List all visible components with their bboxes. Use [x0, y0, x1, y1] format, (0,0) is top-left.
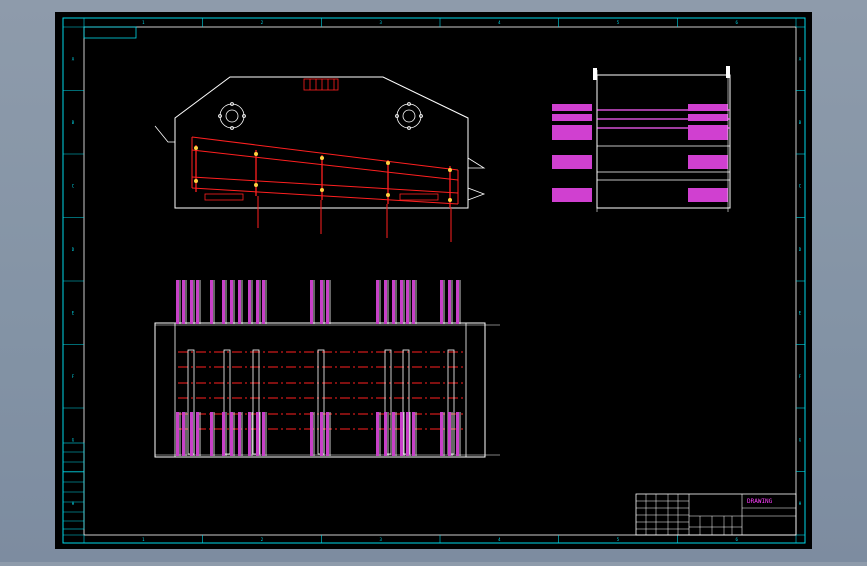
- dimension-mark: [310, 412, 313, 456]
- dimension-mark: [384, 412, 387, 456]
- dimension-mark: [248, 412, 251, 456]
- dimension-mark: [376, 280, 379, 324]
- dimension-mark: [262, 412, 265, 456]
- dimension-mark: [392, 280, 395, 324]
- dimension-mark: [448, 412, 451, 456]
- dimension-mark: [406, 280, 409, 324]
- dimension-mark: [176, 280, 179, 324]
- dimension-mark: [176, 412, 179, 456]
- dimension-mark: [440, 280, 443, 324]
- dimension-mark: [406, 412, 409, 456]
- dimension-mark: [196, 280, 199, 324]
- dimension-mark: [196, 412, 199, 456]
- dimension-mark: [190, 280, 193, 324]
- dimension-mark: [448, 280, 451, 324]
- dimension-mark: [222, 280, 225, 324]
- drawing-canvas: 112233445566A AB BC CD DE EF FG GH H DRA…: [55, 12, 812, 549]
- dimension-mark: [256, 280, 259, 324]
- dimension-mark: [310, 280, 313, 324]
- dimension-mark: [326, 280, 329, 324]
- dimension-mark: [392, 412, 395, 456]
- dimension-mark: [190, 412, 193, 456]
- dimension-mark: [210, 280, 213, 324]
- drawing-sheet: [55, 12, 812, 549]
- dimension-mark: [400, 280, 403, 324]
- dimension-mark: [230, 280, 233, 324]
- dimension-mark: [210, 412, 213, 456]
- drawing-title: DRAWING: [747, 498, 773, 505]
- dimension-mark: [412, 280, 415, 324]
- dimension-mark: [248, 280, 251, 324]
- dimension-mark: [256, 412, 259, 456]
- dimension-mark: [320, 280, 323, 324]
- dimension-mark: [400, 412, 403, 456]
- dimension-mark: [320, 412, 323, 456]
- dimension-mark: [222, 412, 225, 456]
- dimension-mark: [440, 412, 443, 456]
- dimension-mark: [412, 412, 415, 456]
- cad-viewport[interactable]: 112233445566AABBCCDDEEFFGGHH DRAWING: [0, 0, 867, 562]
- dimension-mark: [182, 280, 185, 324]
- dimension-mark: [456, 280, 459, 324]
- dimension-mark: [384, 280, 387, 324]
- dimension-mark: [182, 412, 185, 456]
- dimension-mark: [326, 412, 329, 456]
- dimension-mark: [456, 412, 459, 456]
- dimension-mark: [238, 412, 241, 456]
- dimension-mark: [376, 412, 379, 456]
- dimension-mark: [262, 280, 265, 324]
- dimension-mark: [238, 280, 241, 324]
- dimension-mark: [230, 412, 233, 456]
